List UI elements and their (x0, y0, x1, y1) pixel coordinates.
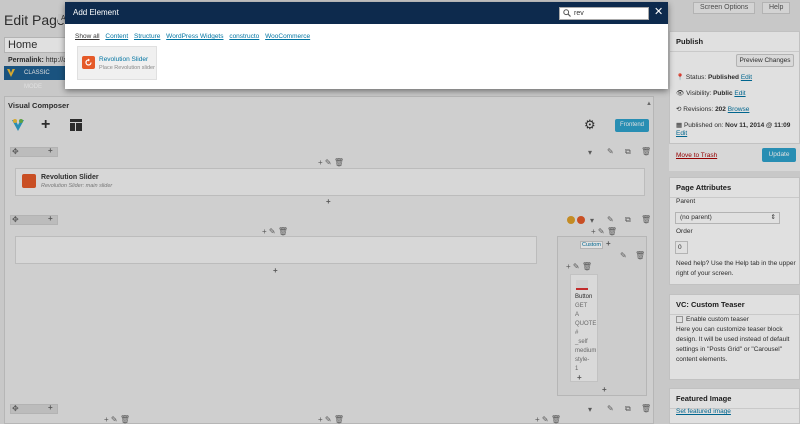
element-name: Revolution Slider (99, 56, 149, 63)
tab-woocommerce[interactable]: WooCommerce (265, 33, 310, 40)
tab-content[interactable]: Content (105, 33, 128, 40)
close-icon[interactable]: ✕ (654, 6, 663, 18)
add-element-modal: Add Element rev ✕ Show all Content Struc… (65, 2, 668, 89)
modal-title: Add Element (73, 8, 119, 17)
element-card-revolution-slider[interactable]: Revolution Slider Place Revolution slide… (77, 46, 157, 80)
refresh-icon (85, 58, 92, 66)
tab-wordpress-widgets[interactable]: WordPress Widgets (166, 33, 223, 40)
tab-constructo[interactable]: constructo (229, 33, 259, 40)
search-icon (563, 9, 571, 17)
element-description: Place Revolution slider (99, 65, 155, 71)
element-search-input[interactable]: rev (559, 7, 649, 20)
tab-structure[interactable]: Structure (134, 33, 160, 40)
element-category-tabs: Show all Content Structure WordPress Wid… (75, 33, 314, 40)
tab-show-all[interactable]: Show all (75, 33, 100, 40)
